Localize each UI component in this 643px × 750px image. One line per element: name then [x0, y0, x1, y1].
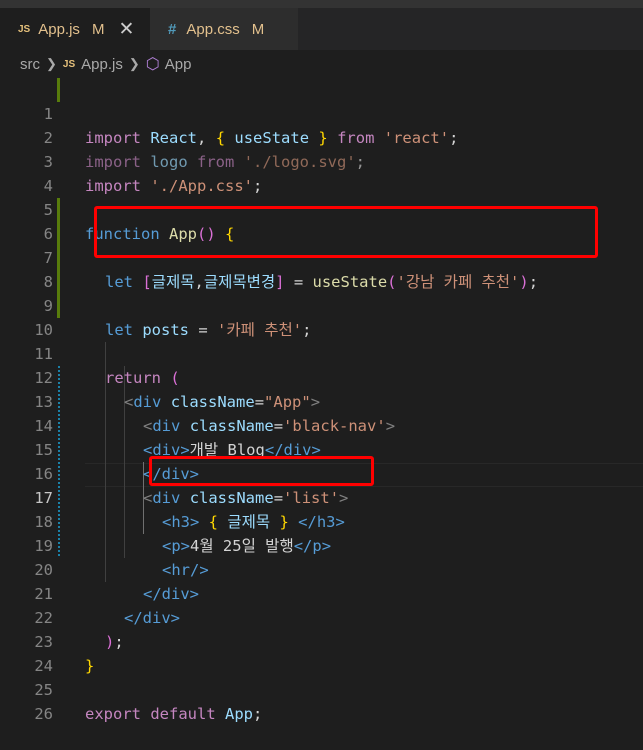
breadcrumb-symbol[interactable]: App [165, 56, 192, 73]
symbol-method-icon: ⬡ [145, 56, 160, 73]
punct: ; [253, 705, 263, 723]
breadcrumb-file[interactable]: App.js [81, 56, 123, 73]
tab-bar: JS App.js M ✕ # App.css M [0, 0, 643, 50]
code-line[interactable]: 12 <div className="App"> [0, 342, 643, 411]
title-strip [0, 0, 643, 8]
code-line[interactable]: 23 } [0, 606, 643, 675]
code-line[interactable]: 5 function App() { [0, 174, 643, 243]
code-line[interactable]: 21 </div> [0, 558, 643, 627]
code-line[interactable]: 24 [0, 630, 643, 675]
code-line[interactable]: 2 import logo from './logo.svg'; [0, 102, 643, 171]
breadcrumb: src ❯ JS App.js ❯ ⬡ App [0, 50, 643, 78]
code-line[interactable]: 1 import React, { useState } from 'react… [0, 78, 643, 147]
code-editor[interactable]: 1 import React, { useState } from 'react… [0, 78, 643, 723]
code-line[interactable]: 22 ); [0, 582, 643, 651]
modified-indicator: M [251, 20, 265, 38]
tab-app-css[interactable]: # App.css M [150, 8, 298, 50]
identifier: App [225, 705, 254, 723]
code-line[interactable]: 10 [0, 294, 643, 339]
code-line[interactable]: 13 <div className='black-nav'> [0, 366, 643, 435]
javascript-file-icon: JS [62, 58, 76, 70]
annotation-highlight-box [149, 456, 374, 486]
code-line[interactable]: 25 export default App; [0, 654, 643, 723]
code-line[interactable]: 15 </div> [0, 414, 643, 483]
tab-label: App.js [38, 20, 80, 38]
close-icon[interactable]: ✕ [118, 18, 134, 41]
code-line[interactable]: 26 [0, 678, 643, 723]
keyword: default [150, 705, 216, 723]
keyword: export [85, 705, 141, 723]
code-line[interactable]: 4 [0, 150, 643, 195]
chevron-right-icon: ❯ [46, 56, 57, 71]
chevron-right-icon: ❯ [128, 56, 140, 71]
code-line[interactable]: 20 </div> [0, 534, 643, 603]
code-line[interactable]: 3 import './App.css'; [0, 126, 643, 195]
css-file-icon: # [168, 20, 177, 38]
annotation-highlight-box [94, 206, 598, 258]
modified-indicator: M [91, 20, 105, 38]
breadcrumb-folder[interactable]: src [20, 56, 40, 73]
code-line[interactable]: 14 <div>개발 Blog</div> [0, 390, 643, 459]
code-line[interactable]: 18 <p>4월 25일 발행</p> [0, 486, 643, 555]
code-line[interactable]: 11 return ( [0, 318, 643, 387]
tab-app-js[interactable]: JS App.js M ✕ [0, 8, 150, 50]
tab-label: App.css [186, 20, 240, 38]
javascript-file-icon: JS [18, 23, 31, 35]
code-line[interactable]: 19 <hr/> [0, 510, 643, 579]
code-line[interactable]: 9 let posts = '카페 추천'; [0, 270, 643, 339]
